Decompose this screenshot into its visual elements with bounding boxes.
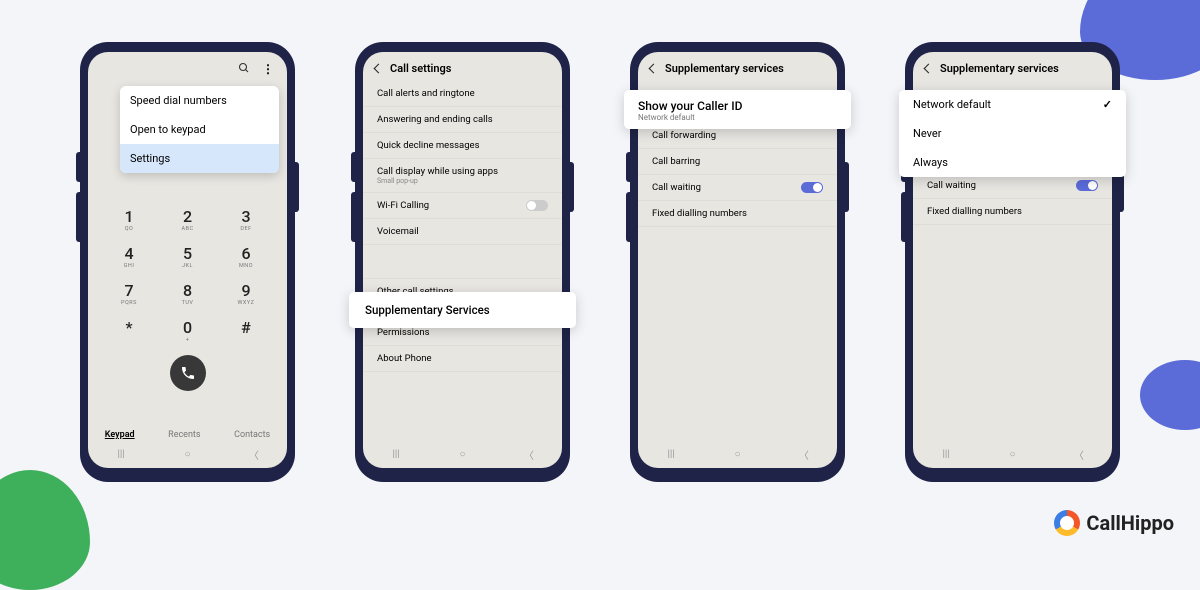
- android-navbar: ||| ○ 〈: [638, 444, 837, 464]
- key-hash[interactable]: #: [225, 318, 267, 343]
- nav-recents-icon[interactable]: |||: [386, 449, 406, 460]
- menu-speed-dial[interactable]: Speed dial numbers: [120, 86, 279, 115]
- android-navbar: ||| ○ 〈: [88, 444, 287, 464]
- tab-recents[interactable]: Recents: [168, 430, 200, 440]
- decorative-blob: [0, 470, 90, 590]
- page-title: Supplementary services: [940, 62, 1059, 75]
- item-wifi-calling[interactable]: Wi-Fi Calling: [363, 193, 562, 219]
- key-1[interactable]: 1QO: [108, 207, 150, 232]
- brand-name: CallHippo: [1086, 511, 1174, 535]
- nav-back-icon[interactable]: 〈: [244, 447, 264, 462]
- item-voicemail[interactable]: Voicemail: [363, 219, 562, 245]
- nav-back-icon[interactable]: 〈: [794, 447, 814, 462]
- nav-recents-icon[interactable]: |||: [661, 449, 681, 460]
- page-title: Call settings: [390, 62, 451, 75]
- nav-home-icon[interactable]: ○: [177, 449, 197, 460]
- caller-id-options-popup: Network default ✓ Never Always: [899, 90, 1126, 177]
- nav-home-icon[interactable]: ○: [727, 449, 747, 460]
- caller-id-options-screen: Supplementary services Call waiting Fixe…: [913, 52, 1112, 468]
- nav-recents-icon[interactable]: |||: [936, 449, 956, 460]
- callhippo-brand: CallHippo: [1054, 510, 1174, 536]
- key-9[interactable]: 9WXYZ: [225, 281, 267, 306]
- check-icon: ✓: [1103, 98, 1112, 111]
- item-label: Call waiting: [927, 180, 976, 191]
- item-call-barring[interactable]: Call barring: [638, 149, 837, 175]
- nav-home-icon[interactable]: ○: [452, 449, 472, 460]
- key-5[interactable]: 5JKL: [167, 244, 209, 269]
- menu-settings[interactable]: Settings: [120, 144, 279, 173]
- nav-back-icon[interactable]: 〈: [519, 447, 539, 462]
- phone-3: Supplementary services Call forwarding C…: [630, 42, 845, 482]
- back-icon[interactable]: [649, 64, 659, 74]
- key-8[interactable]: 8TUV: [167, 281, 209, 306]
- item-quick-decline[interactable]: Quick decline messages: [363, 133, 562, 159]
- popup-subtitle: Network default: [638, 113, 837, 122]
- item-answering[interactable]: Answering and ending calls: [363, 107, 562, 133]
- key-2[interactable]: 2ABC: [167, 207, 209, 232]
- menu-open-keypad[interactable]: Open to keypad: [120, 115, 279, 144]
- option-label: Never: [913, 127, 941, 140]
- item-label: Wi-Fi Calling: [377, 200, 429, 211]
- item-sublabel: Small pop-up: [377, 177, 548, 185]
- key-star[interactable]: *: [108, 318, 150, 343]
- phone-1: ⋮ 1QO 2ABC 3DEF 4GHI 5JKL 6MNO 7PQRS: [80, 42, 295, 482]
- item-label: Call display while using apps: [377, 166, 548, 177]
- call-waiting-toggle[interactable]: [801, 182, 823, 193]
- settings-list: Call alerts and ringtone Answering and e…: [363, 81, 562, 372]
- dialer-screen: ⋮ 1QO 2ABC 3DEF 4GHI 5JKL 6MNO 7PQRS: [88, 52, 287, 468]
- supplementary-services-highlight[interactable]: Supplementary Services: [349, 292, 576, 328]
- back-icon[interactable]: [924, 64, 934, 74]
- item-about-phone[interactable]: About Phone: [363, 346, 562, 372]
- item-supplementary-placeholder: [363, 245, 562, 279]
- page-title: Supplementary services: [665, 62, 784, 75]
- wifi-calling-toggle[interactable]: [526, 200, 548, 211]
- nav-recents-icon[interactable]: |||: [111, 449, 131, 460]
- search-icon[interactable]: [238, 62, 250, 77]
- option-always[interactable]: Always: [899, 148, 1126, 177]
- supplementary-list: Call waiting Fixed dialling numbers: [913, 173, 1112, 225]
- item-label: Call waiting: [652, 182, 701, 193]
- nav-back-icon[interactable]: 〈: [1069, 447, 1089, 462]
- tab-contacts[interactable]: Contacts: [234, 430, 270, 440]
- option-label: Network default: [913, 98, 991, 111]
- item-fixed-dialling[interactable]: Fixed dialling numbers: [638, 201, 837, 227]
- phone-4: Supplementary services Call waiting Fixe…: [905, 42, 1120, 482]
- android-navbar: ||| ○ 〈: [913, 444, 1112, 464]
- key-0[interactable]: 0+: [167, 318, 209, 343]
- phone-2: Call settings Call alerts and ringtone A…: [355, 42, 570, 482]
- tab-keypad[interactable]: Keypad: [105, 430, 135, 440]
- call-button[interactable]: [170, 355, 206, 391]
- item-fixed-dialling[interactable]: Fixed dialling numbers: [913, 199, 1112, 225]
- back-icon[interactable]: [374, 64, 384, 74]
- keypad: 1QO 2ABC 3DEF 4GHI 5JKL 6MNO 7PQRS 8TUV …: [88, 207, 287, 391]
- option-network-default[interactable]: Network default ✓: [899, 90, 1126, 119]
- call-settings-screen: Call settings Call alerts and ringtone A…: [363, 52, 562, 468]
- item-call-alerts[interactable]: Call alerts and ringtone: [363, 81, 562, 107]
- dialer-tabs: Keypad Recents Contacts: [88, 430, 287, 440]
- key-3[interactable]: 3DEF: [225, 207, 267, 232]
- item-call-waiting[interactable]: Call waiting: [638, 175, 837, 201]
- overflow-menu: Speed dial numbers Open to keypad Settin…: [120, 86, 279, 173]
- option-never[interactable]: Never: [899, 119, 1126, 148]
- show-caller-id-highlight[interactable]: Show your Caller ID Network default: [624, 90, 851, 129]
- option-label: Always: [913, 156, 948, 169]
- key-6[interactable]: 6MNO: [225, 244, 267, 269]
- supplementary-list: Call forwarding Call barring Call waitin…: [638, 123, 837, 227]
- more-icon[interactable]: ⋮: [262, 62, 273, 77]
- nav-home-icon[interactable]: ○: [1002, 449, 1022, 460]
- key-7[interactable]: 7PQRS: [108, 281, 150, 306]
- callhippo-logo-icon: [1054, 510, 1080, 536]
- key-4[interactable]: 4GHI: [108, 244, 150, 269]
- item-call-display[interactable]: Call display while using apps Small pop-…: [363, 159, 562, 193]
- android-navbar: ||| ○ 〈: [363, 444, 562, 464]
- call-waiting-toggle[interactable]: [1076, 180, 1098, 191]
- supplementary-services-screen: Supplementary services Call forwarding C…: [638, 52, 837, 468]
- phone-row: ⋮ 1QO 2ABC 3DEF 4GHI 5JKL 6MNO 7PQRS: [0, 0, 1200, 482]
- popup-title: Show your Caller ID: [638, 99, 837, 113]
